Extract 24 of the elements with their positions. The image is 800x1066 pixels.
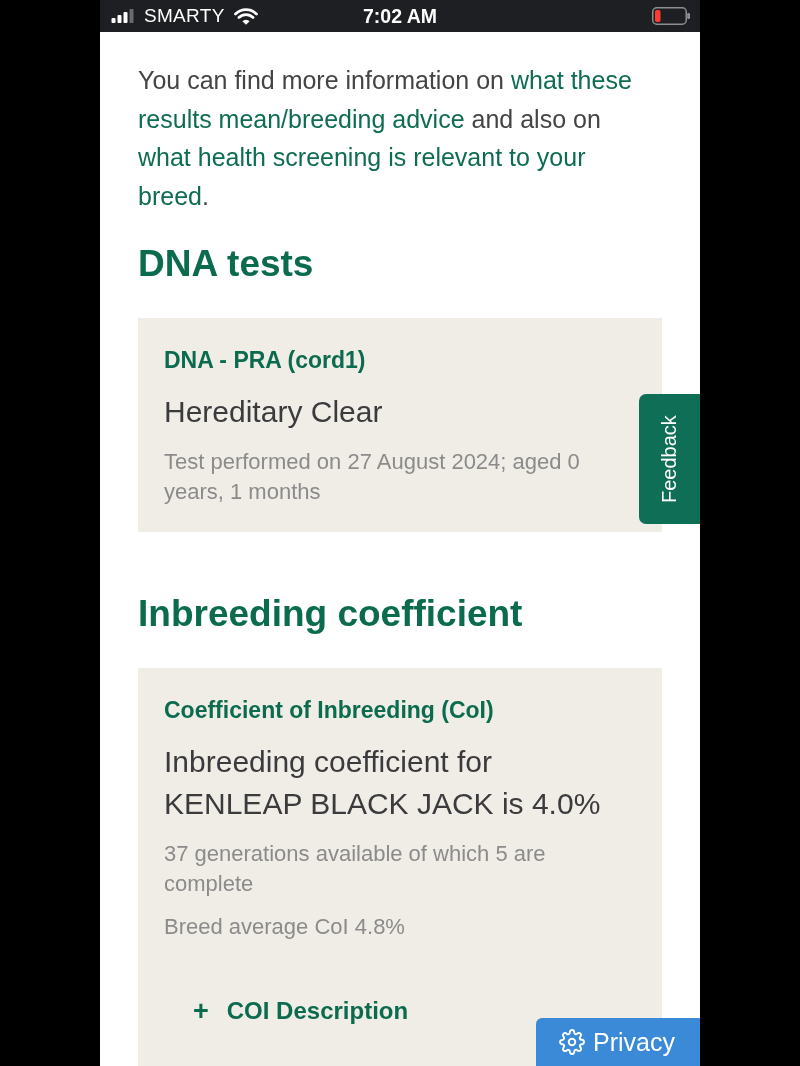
feedback-tab[interactable]: Feedback [639, 394, 700, 524]
signal-icon [110, 9, 135, 23]
text-link[interactable]: breed [138, 181, 202, 210]
text-link[interactable]: what health screening is relevant to your [138, 143, 586, 171]
plus-icon: + [193, 996, 209, 1026]
result-note: 37 generations available of which 5 are complete [164, 840, 547, 898]
clock-time: 7:02 AM [362, 5, 438, 27]
settings-icon [559, 1029, 585, 1055]
result-note: Breed average CoI 4.8% [164, 913, 406, 941]
result-text: Hereditary Clear [164, 394, 384, 430]
card-title: Coefficient of Inbreeding (CoI) [164, 696, 495, 724]
result-text: Inbreeding coefficient for KENLEAP BLACK JACK is 4.0% [164, 744, 602, 822]
result-note: Test performed on 27 August 2024; aged 0 years, 1 months [164, 448, 581, 506]
battery-icon [652, 7, 690, 25]
section-heading: DNA tests [138, 242, 315, 286]
intro-paragraph: You can find more information on what these results mean/breeding advice and also on what health screening is relevant to your breed. [138, 65, 633, 212]
text-link[interactable]: results mean/breeding advice [138, 104, 465, 133]
privacy-button[interactable]: Privacy [536, 1018, 700, 1066]
carrier-name: SMARTY [144, 5, 225, 27]
wifi-icon [233, 7, 258, 25]
section-heading: Inbreeding coefficient [138, 592, 524, 636]
coi-description-toggle[interactable]: + COI Description [193, 996, 409, 1026]
text-link[interactable]: what these [510, 66, 632, 94]
card-title: DNA - PRA (cord1) [164, 346, 367, 374]
